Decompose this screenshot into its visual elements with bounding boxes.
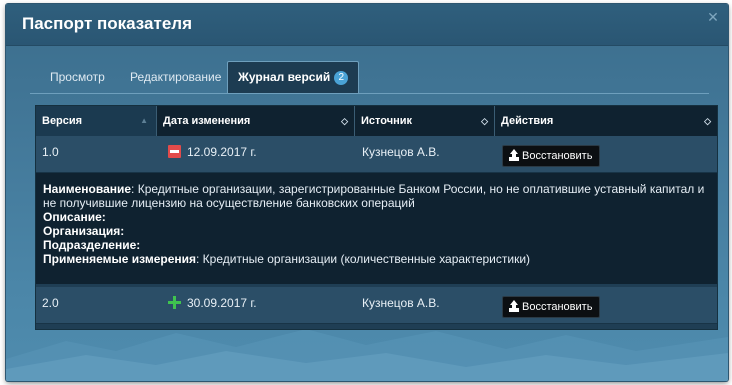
sort-icon: ◇ — [341, 116, 348, 126]
tab-edit-label: Редактирование — [130, 70, 222, 84]
detail-name-label: Наименование — [43, 182, 132, 196]
sort-icon: ◇ — [481, 116, 488, 126]
dialog-header: Паспорт показателя ✕ — [6, 4, 728, 46]
tab-view-label: Просмотр — [50, 70, 105, 84]
tab-bar: Просмотр Редактирование Журнал версий 2 — [30, 61, 709, 94]
close-icon[interactable]: ✕ — [706, 10, 720, 24]
column-header-version-label: Версия — [42, 115, 83, 127]
column-header-actions-label: Действия — [501, 115, 554, 127]
column-header-source[interactable]: Источник ◇ — [354, 106, 494, 136]
upload-icon — [509, 300, 519, 311]
version-details: Наименование: Кредитные организации, зар… — [36, 173, 717, 284]
versions-table: Версия ▲ Дата изменения ◇ Источник ◇ Дей… — [35, 105, 718, 330]
restore-button[interactable]: Восстановить — [502, 296, 601, 318]
passport-dialog: Паспорт показателя ✕ Просмотр Редактиров… — [6, 4, 728, 381]
detail-department: Подразделение: — [43, 238, 141, 252]
column-header-version[interactable]: Версия ▲ — [36, 106, 156, 136]
tab-view[interactable]: Просмотр — [40, 62, 115, 92]
detail-organization: Организация: — [43, 224, 125, 238]
tab-version-log-label: Журнал версий — [238, 70, 331, 84]
table-header: Версия ▲ Дата изменения ◇ Источник ◇ Дей… — [36, 106, 717, 136]
dialog-title: Паспорт показателя — [22, 14, 192, 33]
column-header-source-label: Источник — [361, 115, 413, 127]
column-header-date-label: Дата изменения — [163, 115, 251, 127]
restore-button-label: Восстановить — [522, 301, 593, 313]
version-cell: 2.0 — [42, 296, 59, 310]
tab-version-log[interactable]: Журнал версий 2 — [227, 61, 360, 93]
column-header-actions[interactable]: Действия ◇ — [494, 106, 717, 136]
detail-description: Описание: — [43, 210, 106, 224]
date-cell: 12.09.2017 г. — [162, 136, 354, 172]
sort-asc-icon: ▲ — [140, 116, 148, 125]
detail-name: Наименование: Кредитные организации, зар… — [43, 182, 710, 196]
detail-description-label: Описание — [43, 210, 102, 224]
detail-dimensions-label: Применяемые измерения — [43, 252, 197, 266]
plus-icon — [168, 296, 181, 309]
detail-department-label: Подразделение — [43, 238, 137, 252]
version-cell: 1.0 — [42, 145, 59, 159]
version-count-badge: 2 — [334, 71, 349, 85]
sort-icon: ◇ — [704, 116, 711, 126]
detail-organization-label: Организация — [43, 224, 121, 238]
restore-button[interactable]: Восстановить — [502, 145, 601, 167]
column-header-date[interactable]: Дата изменения ◇ — [156, 106, 354, 136]
tab-edit[interactable]: Редактирование — [120, 62, 231, 92]
date-value: 12.09.2017 г. — [187, 145, 257, 159]
restore-button-label: Восстановить — [522, 150, 593, 162]
table-row[interactable]: 2.0 30.09.2017 г. Кузнецов А.В. Восстано… — [36, 287, 717, 324]
detail-dimensions: Применяемые измерения: Кредитные организ… — [43, 252, 710, 266]
upload-icon — [509, 149, 519, 160]
source-cell: Кузнецов А.В. — [362, 145, 440, 159]
minus-icon — [168, 145, 181, 158]
detail-name-continued: не получившие лицензию на осуществление … — [43, 196, 415, 210]
detail-name-value: : Кредитные организации, зарегистрирован… — [131, 182, 705, 196]
detail-dimensions-value: : Кредитные организации (количественные … — [196, 252, 531, 266]
table-row[interactable]: 1.0 12.09.2017 г. Кузнецов А.В. Восстано… — [36, 136, 717, 173]
date-cell: 30.09.2017 г. — [162, 287, 354, 323]
date-value: 30.09.2017 г. — [187, 296, 257, 310]
source-cell: Кузнецов А.В. — [362, 296, 440, 310]
